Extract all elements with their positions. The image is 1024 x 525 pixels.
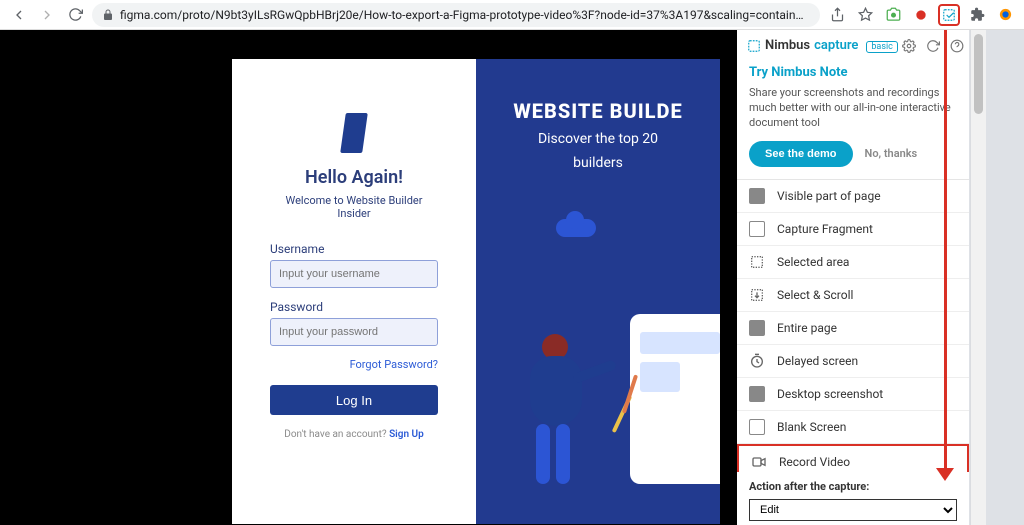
after-label: Action after the capture:	[749, 480, 957, 493]
opt-label: Delayed screen	[777, 354, 858, 368]
opt-label: Blank Screen	[777, 420, 846, 434]
camera-ext-icon[interactable]	[882, 4, 904, 26]
opt-selected-area[interactable]: Selected area	[737, 246, 969, 279]
capture-options: Visible part of page Capture Fragment Se…	[737, 180, 969, 472]
vertical-scrollbar[interactable]	[970, 30, 986, 525]
refresh-icon[interactable]	[926, 39, 940, 53]
opt-label: Selected area	[777, 255, 849, 269]
opt-label: Visible part of page	[777, 189, 881, 203]
scrollbar-thumb[interactable]	[974, 34, 983, 114]
phone-illustration	[630, 314, 720, 484]
login-button[interactable]: Log In	[270, 385, 438, 415]
person-illustration	[516, 334, 596, 494]
entire-page-icon	[749, 320, 765, 336]
opt-visible-part[interactable]: Visible part of page	[737, 180, 969, 213]
nimbus-logo-icon	[747, 39, 761, 53]
brand-capture: capture	[814, 38, 858, 53]
forgot-password-link[interactable]: Forgot Password?	[270, 358, 438, 371]
clock-icon	[749, 353, 765, 369]
promo-text: Share your screenshots and recordings mu…	[749, 86, 957, 131]
opt-label: Record Video	[779, 455, 850, 469]
cloud-shape	[556, 219, 596, 237]
nimbus-panel: Nimbus capture basic Try Nimbus Note Sha…	[737, 30, 969, 525]
basic-badge: basic	[866, 41, 898, 53]
extensions-icon[interactable]	[966, 4, 988, 26]
record-ext-icon[interactable]	[910, 4, 932, 26]
opt-label: Desktop screenshot	[777, 387, 883, 401]
hello-heading: Hello Again!	[270, 167, 438, 188]
password-label: Password	[270, 300, 438, 314]
signup-line: Don't have an account? Sign Up	[270, 429, 438, 440]
after-select[interactable]: Edit	[749, 499, 957, 521]
page-viewport: Hello Again! Welcome to Website Builder …	[0, 30, 1024, 525]
gear-icon[interactable]	[902, 39, 916, 53]
signup-link[interactable]: Sign Up	[389, 429, 424, 440]
noacct-text: Don't have an account?	[284, 429, 389, 440]
opt-delayed-screen[interactable]: Delayed screen	[737, 345, 969, 378]
forward-button[interactable]	[36, 4, 58, 26]
panel-header: Nimbus capture basic	[737, 30, 969, 59]
opt-label: Select & Scroll	[777, 288, 853, 302]
wb-title: WEBSITE BUILDE	[496, 99, 700, 123]
browser-toolbar: figma.com/proto/N9bt3yILsRGwQpbHBrj20e/H…	[0, 0, 1024, 30]
username-label: Username	[270, 242, 438, 256]
opt-label: Capture Fragment	[777, 222, 873, 236]
opt-blank-screen[interactable]: Blank Screen	[737, 411, 969, 444]
firefox-ext-icon[interactable]	[994, 4, 1016, 26]
back-button[interactable]	[8, 4, 30, 26]
figma-prototype: Hello Again! Welcome to Website Builder …	[232, 59, 720, 524]
wb-sub2: builders	[496, 155, 700, 171]
promo-panel: WEBSITE BUILDE Discover the top 20 build…	[476, 59, 720, 524]
url-text: figma.com/proto/N9bt3yILsRGwQpbHBrj20e/H…	[120, 8, 810, 22]
annotation-arrow-head	[936, 468, 954, 481]
address-bar[interactable]: figma.com/proto/N9bt3yILsRGwQpbHBrj20e/H…	[92, 3, 820, 27]
star-icon[interactable]	[854, 4, 876, 26]
password-input[interactable]	[270, 318, 438, 346]
after-capture: Action after the capture: Edit	[737, 472, 969, 525]
fragment-icon	[749, 221, 765, 237]
reload-button[interactable]	[64, 4, 86, 26]
share-icon[interactable]	[826, 4, 848, 26]
help-icon[interactable]	[950, 39, 964, 53]
brand-text: Nimbus capture basic	[765, 38, 898, 53]
visible-part-icon	[749, 188, 765, 204]
nimbus-ext-icon[interactable]	[938, 4, 960, 26]
video-icon	[751, 454, 767, 470]
logo-icon	[340, 113, 368, 153]
username-input[interactable]	[270, 260, 438, 288]
brand-nimbus: Nimbus	[765, 38, 810, 53]
opt-entire-page[interactable]: Entire page	[737, 312, 969, 345]
select-scroll-icon	[749, 287, 765, 303]
annotation-arrow-line	[944, 30, 947, 474]
promo-title: Try Nimbus Note	[749, 65, 957, 80]
blank-icon	[749, 419, 765, 435]
opt-record-video[interactable]: Record Video	[737, 444, 969, 472]
opt-desktop-screenshot[interactable]: Desktop screenshot	[737, 378, 969, 411]
selected-area-icon	[749, 254, 765, 270]
opt-select-scroll[interactable]: Select & Scroll	[737, 279, 969, 312]
wb-sub1: Discover the top 20	[496, 131, 700, 147]
lock-icon	[102, 9, 114, 21]
desktop-icon	[749, 386, 765, 402]
see-demo-button[interactable]: See the demo	[749, 141, 853, 167]
login-panel: Hello Again! Welcome to Website Builder …	[232, 59, 476, 524]
opt-capture-fragment[interactable]: Capture Fragment	[737, 213, 969, 246]
no-thanks-link[interactable]: No, thanks	[865, 147, 918, 160]
opt-label: Entire page	[777, 321, 837, 335]
welcome-text: Welcome to Website Builder Insider	[270, 194, 438, 220]
promo-box: Try Nimbus Note Share your screenshots a…	[737, 59, 969, 180]
